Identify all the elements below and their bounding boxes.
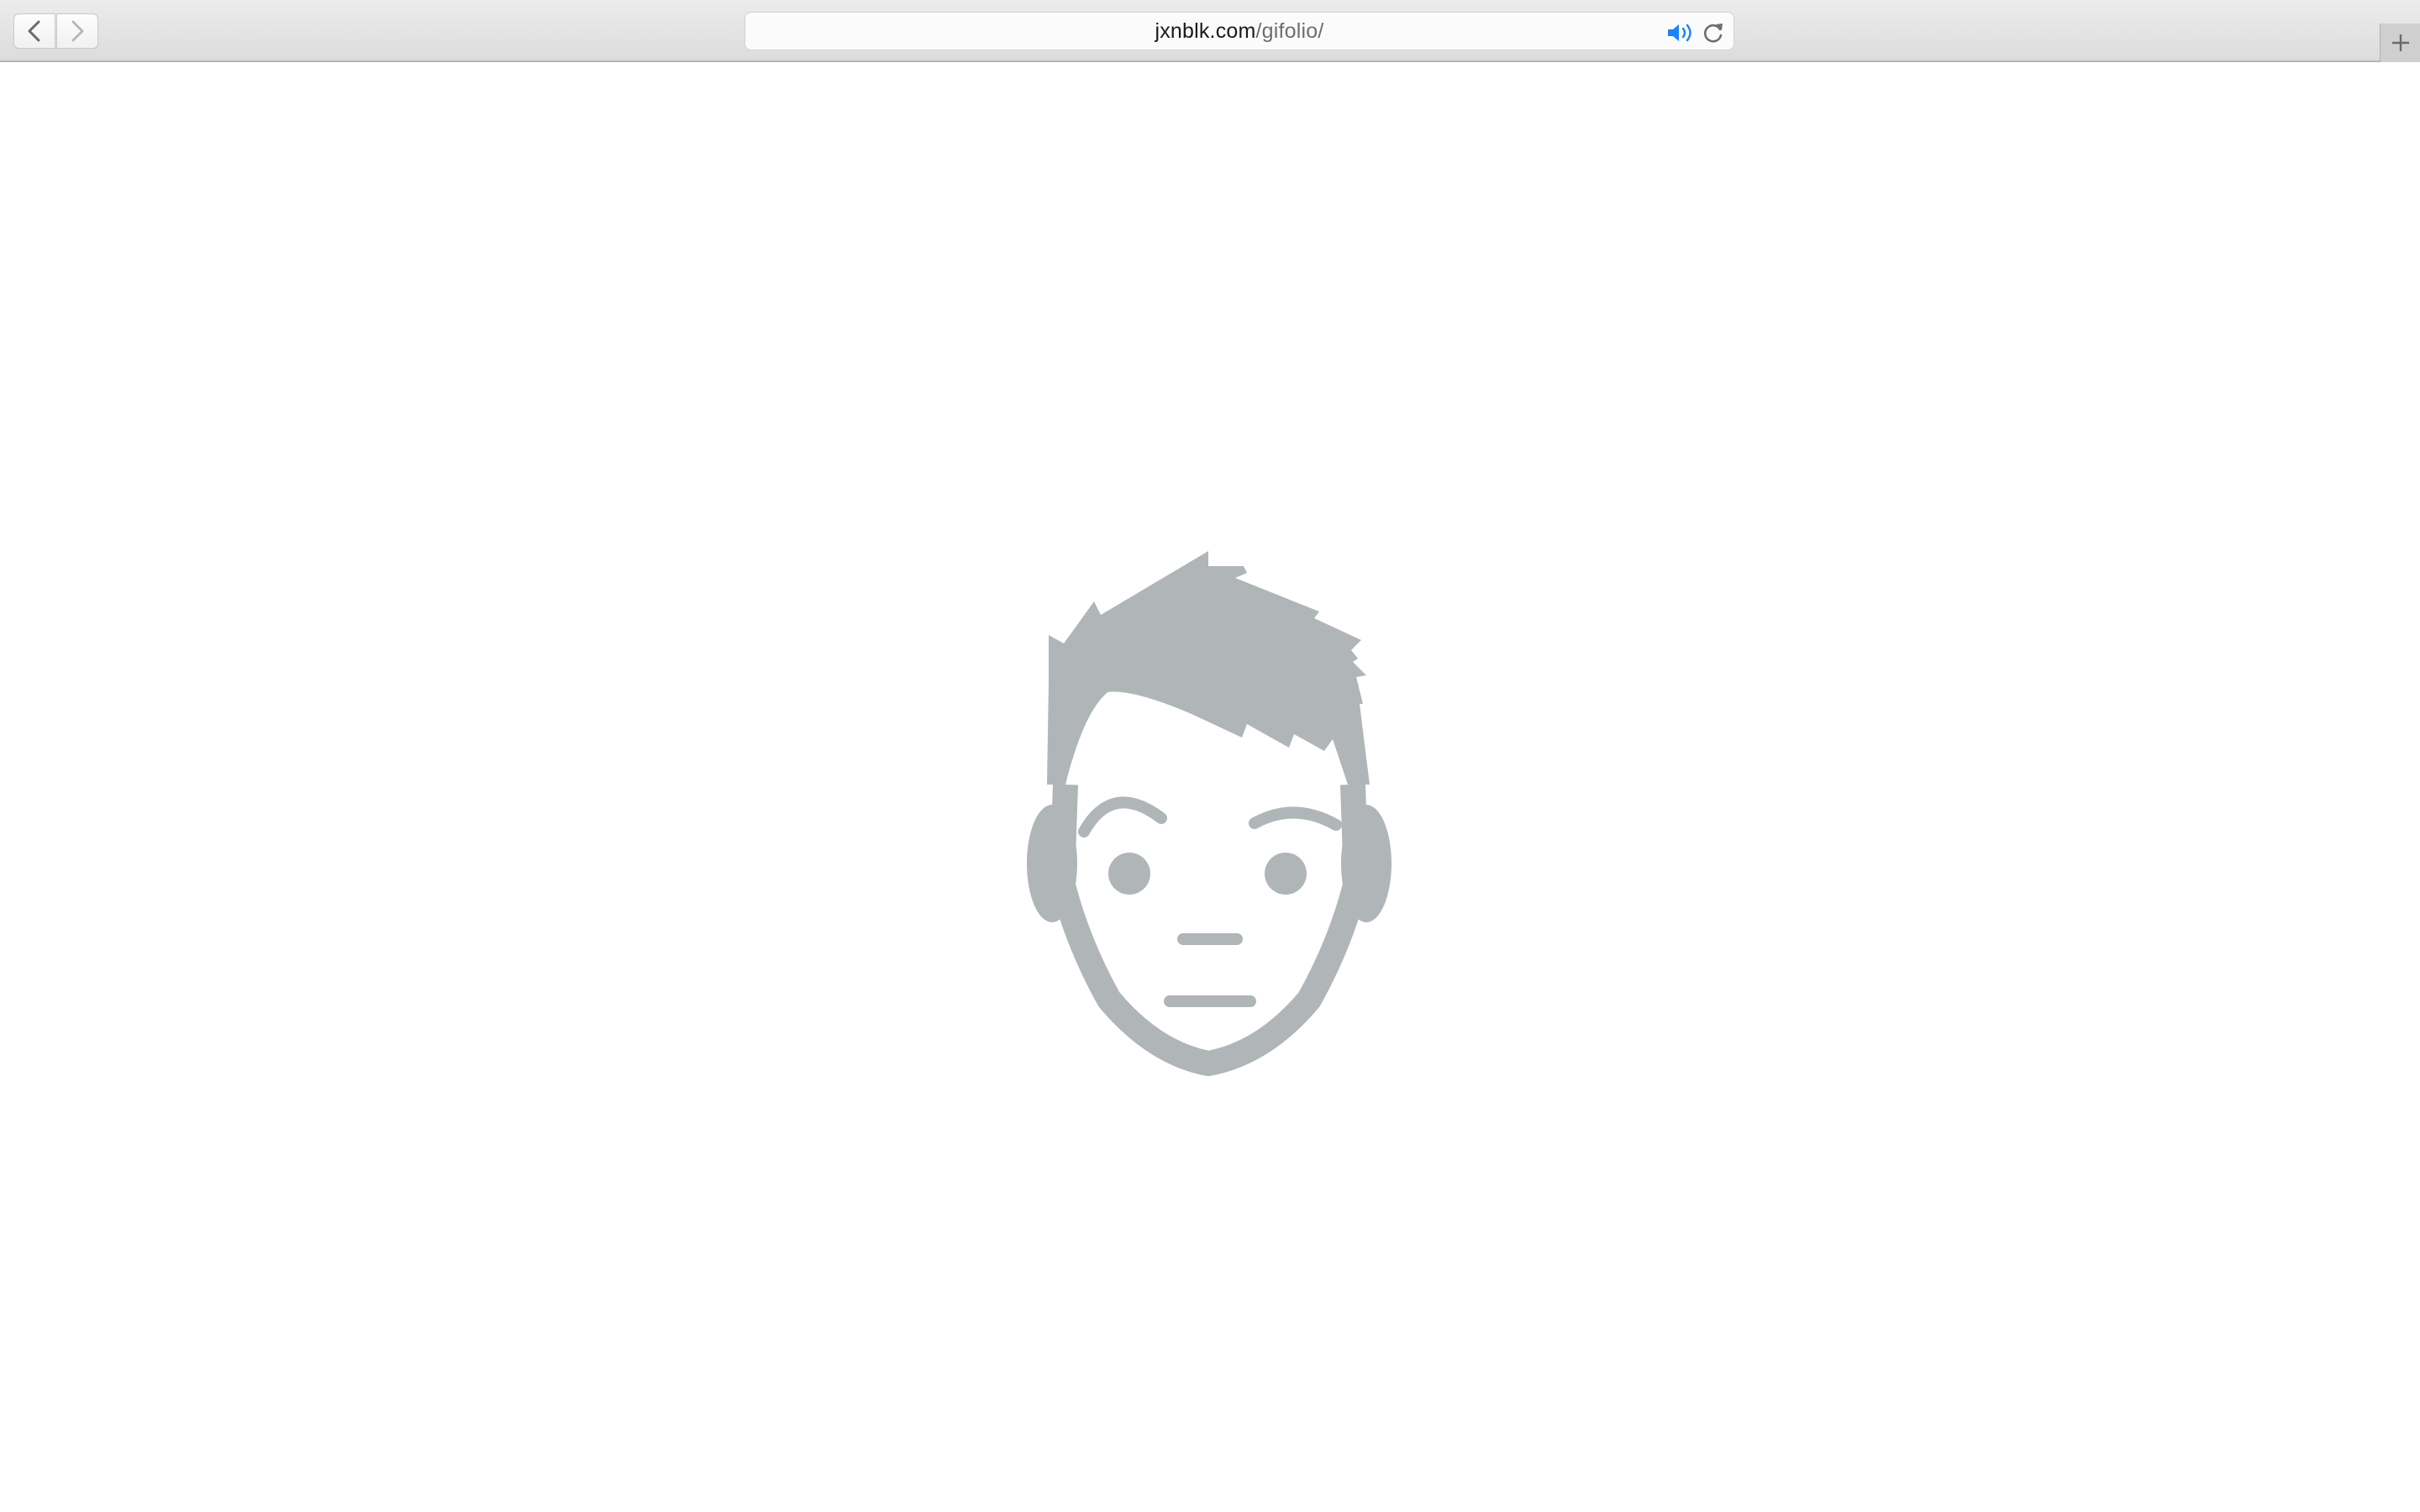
chevron-right-icon bbox=[71, 20, 84, 42]
new-tab-button[interactable] bbox=[2380, 24, 2420, 62]
speaker-icon[interactable] bbox=[1666, 22, 1697, 44]
right-eye bbox=[1265, 853, 1307, 895]
url-domain: jxnblk.com bbox=[1155, 18, 1256, 43]
left-eyebrow bbox=[1078, 796, 1167, 837]
hair bbox=[1047, 551, 1370, 785]
reload-icon[interactable] bbox=[1702, 21, 1725, 45]
avatar-face-icon bbox=[1027, 551, 1392, 1076]
chevron-left-icon bbox=[28, 20, 40, 42]
plus-icon bbox=[2391, 34, 2409, 51]
address-bar[interactable]: jxnblk.com/gifolio/ bbox=[744, 12, 1734, 50]
browser-toolbar: jxnblk.com/gifolio/ bbox=[0, 0, 2420, 62]
back-button[interactable] bbox=[13, 13, 55, 49]
page-content bbox=[0, 62, 2420, 1512]
left-eye bbox=[1108, 853, 1150, 895]
forward-button[interactable] bbox=[56, 13, 98, 49]
right-eyebrow bbox=[1249, 806, 1342, 831]
face-outline bbox=[1050, 784, 1369, 1076]
url-path: /gifolio/ bbox=[1255, 18, 1324, 43]
url-text[interactable]: jxnblk.com/gifolio/ bbox=[745, 13, 1733, 50]
